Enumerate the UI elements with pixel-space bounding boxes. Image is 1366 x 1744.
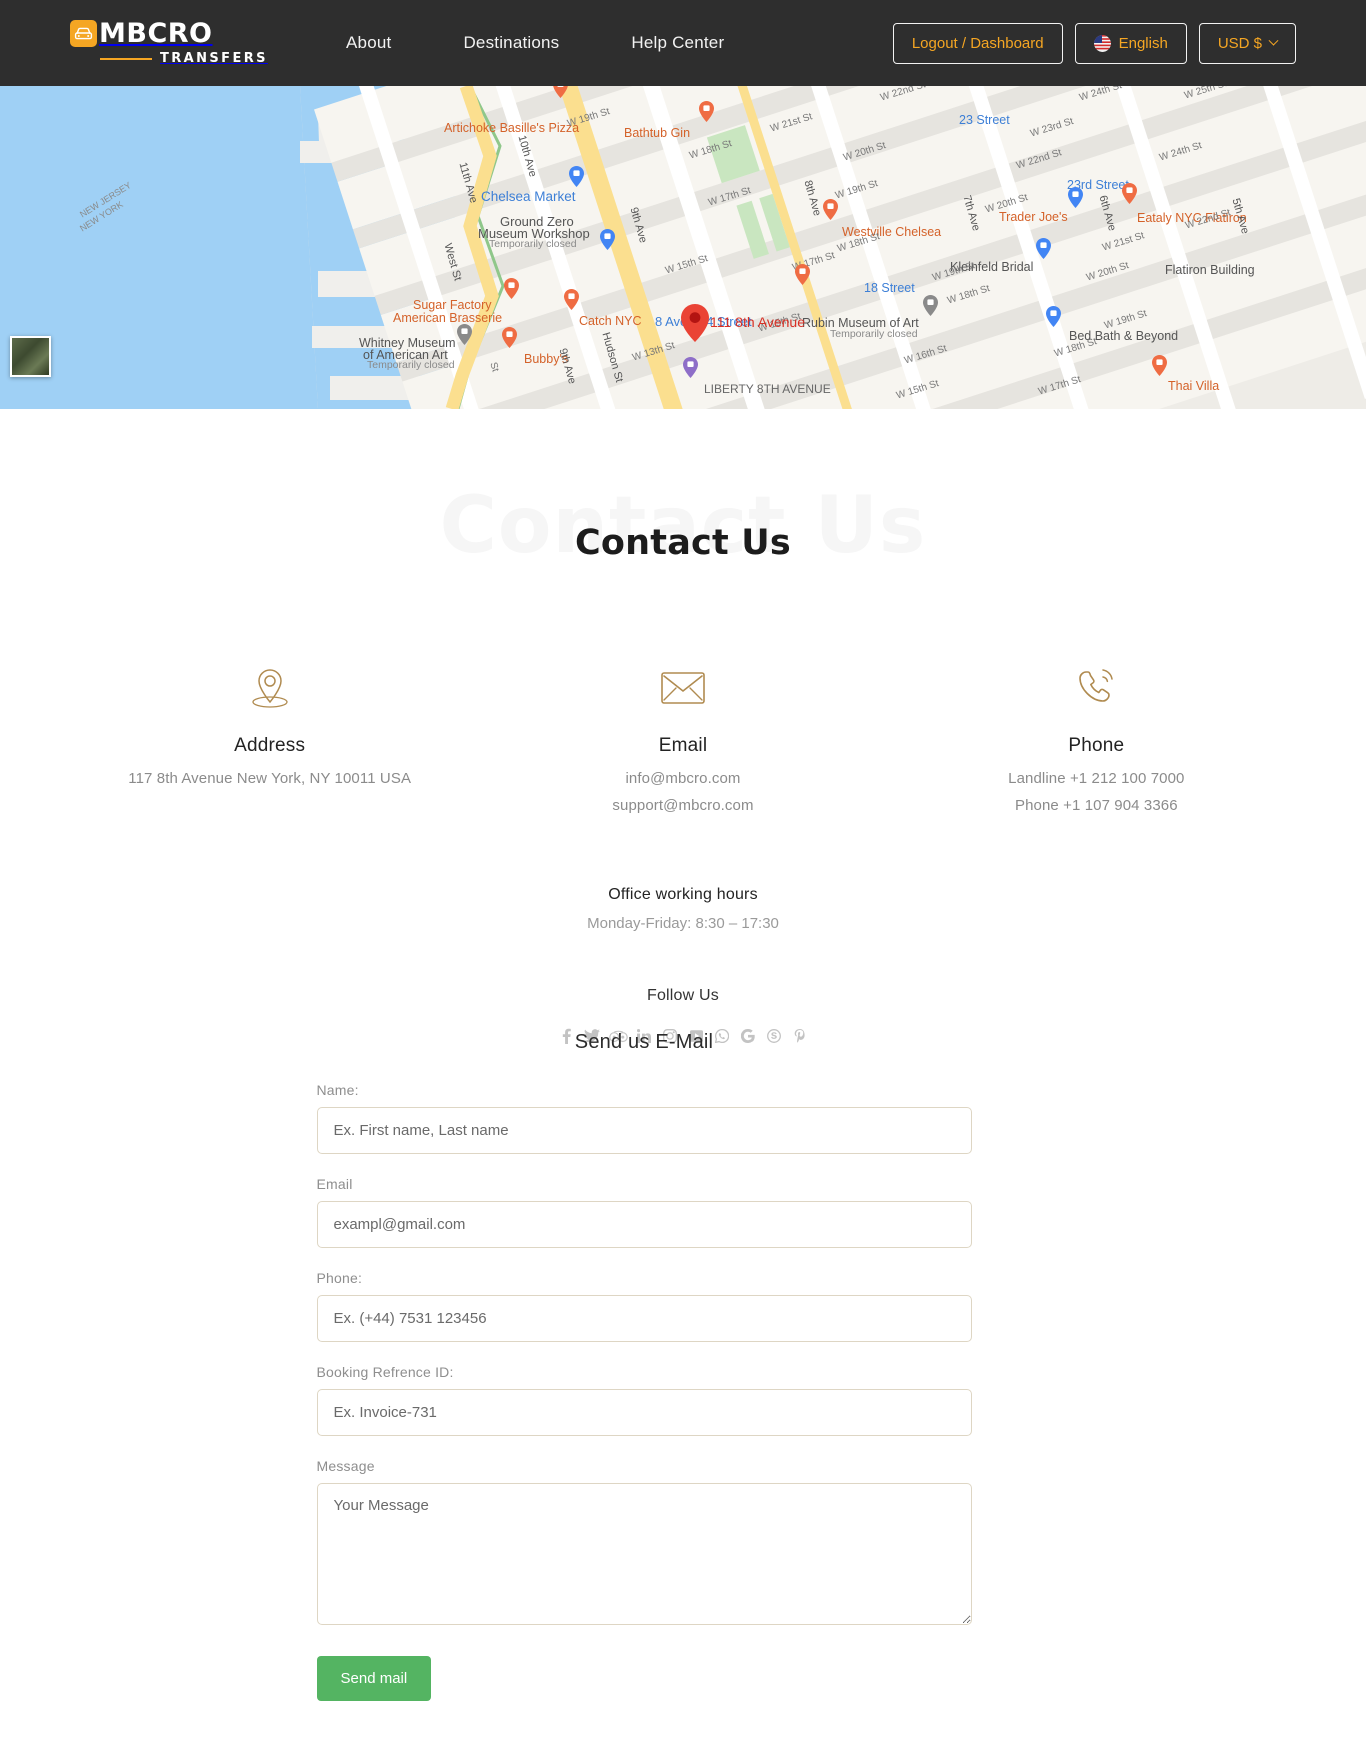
nav-item-destinations[interactable]: Destinations <box>427 33 595 53</box>
field-booking-reference: Booking Refrence ID: <box>316 1364 972 1436</box>
currency-selector-button[interactable]: USD $ <box>1198 22 1296 64</box>
map-canvas <box>0 86 1366 409</box>
logout-dashboard-button[interactable]: Logout / Dashboard <box>892 22 1063 64</box>
contact-card-address: Address 117 8th Avenue New York, NY 1001… <box>63 659 476 814</box>
page-title: Contact Us <box>575 523 791 563</box>
phone-input[interactable] <box>316 1295 972 1342</box>
location-map[interactable]: NEW JERSEY NEW YORK Artichoke Basille's Pi… <box>0 86 1366 409</box>
field-name-label: Name: <box>316 1082 359 1098</box>
main-nav: About Destinations Help Center <box>310 33 760 53</box>
nav-item-about[interactable]: About <box>310 33 427 53</box>
contact-card-title: Address <box>234 735 306 756</box>
logo-row: MBCRO <box>70 20 213 47</box>
field-phone: Phone: <box>316 1270 972 1342</box>
field-booking-reference-label: Booking Refrence ID: <box>316 1364 454 1380</box>
site-logo[interactable]: MBCRO TRANSFERS <box>70 20 266 66</box>
logo-sub-row: TRANSFERS <box>100 51 268 66</box>
email-input[interactable] <box>316 1201 972 1248</box>
header-actions: Logout / Dashboard English USD $ <box>892 22 1296 64</box>
field-message-label: Message <box>316 1458 375 1474</box>
contact-form-title: Send us E-Mail <box>574 1031 714 1053</box>
send-mail-button[interactable]: Send mail <box>316 1656 432 1701</box>
logout-dashboard-label: Logout / Dashboard <box>911 34 1044 52</box>
contact-title-wrap: Contact Us Contact Us <box>0 487 1366 591</box>
field-message: Message <box>316 1458 972 1630</box>
field-email-label: Email <box>316 1176 353 1192</box>
office-hours-value: Monday-Friday: 8:30 – 17:30 <box>587 915 779 932</box>
car-icon <box>70 20 97 47</box>
contact-section: Contact Us Contact Us Address 117 8th Av… <box>0 409 1366 1727</box>
nav-item-help-center[interactable]: Help Center <box>595 33 760 53</box>
field-phone-label: Phone: <box>316 1270 363 1286</box>
contact-form: Send us E-Mail Name: Email Phone: Bookin… <box>316 1031 972 1701</box>
language-label: English <box>1118 34 1168 52</box>
language-selector-button[interactable]: English <box>1074 22 1187 64</box>
field-name: Name: <box>316 1082 972 1154</box>
office-hours: Office working hours Monday-Friday: 8:30… <box>0 886 1366 932</box>
name-input[interactable] <box>316 1107 972 1154</box>
site-header: MBCRO TRANSFERS About Destinations Help … <box>0 0 1366 86</box>
follow-us-title: Follow Us <box>646 987 720 1004</box>
contact-card-line: info@mbcro.com <box>625 770 741 787</box>
contact-card-phone: Phone Landline +1 212 100 7000 Phone +1 … <box>890 659 1303 814</box>
envelope-icon <box>496 659 869 715</box>
contact-card-title: Phone <box>1068 735 1125 756</box>
contact-card-title: Email <box>658 735 708 756</box>
field-email: Email <box>316 1176 972 1248</box>
booking-reference-input[interactable] <box>316 1389 972 1436</box>
chevron-down-icon <box>1268 35 1279 46</box>
contact-card-line: 117 8th Avenue New York, NY 10011 USA <box>128 770 412 787</box>
us-flag-icon <box>1093 34 1111 52</box>
currency-label: USD $ <box>1217 34 1262 52</box>
map-satellite-thumbnail[interactable] <box>10 336 51 377</box>
office-hours-title: Office working hours <box>608 886 758 903</box>
contact-card-line: Landline +1 212 100 7000 <box>1008 770 1185 787</box>
logo-subtitle: TRANSFERS <box>160 51 268 66</box>
logo-name: MBCRO <box>99 18 213 49</box>
message-textarea[interactable] <box>316 1483 972 1625</box>
contact-card-line: Phone +1 107 904 3366 <box>1014 797 1178 814</box>
phone-call-icon <box>910 659 1283 715</box>
contact-card-line: support@mbcro.com <box>612 797 754 814</box>
location-pin-icon <box>83 659 456 715</box>
contact-cards: Address 117 8th Avenue New York, NY 1001… <box>63 591 1303 814</box>
contact-card-email: Email info@mbcro.com support@mbcro.com <box>476 659 889 814</box>
logo-rule <box>100 57 152 60</box>
